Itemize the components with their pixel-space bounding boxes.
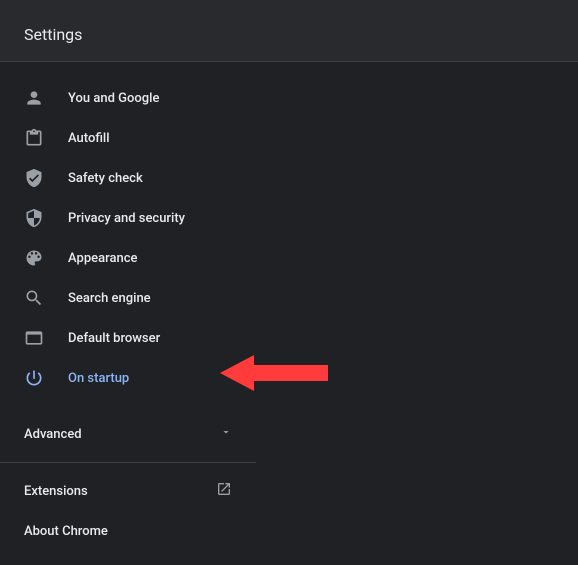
settings-sidebar: You and Google Autofill Safety check Pri… <box>0 62 256 551</box>
sidebar-item-you-and-google[interactable]: You and Google <box>0 78 256 118</box>
search-icon <box>24 288 44 308</box>
shield-icon <box>24 208 44 228</box>
sidebar-item-on-startup[interactable]: On startup <box>0 358 256 398</box>
person-icon <box>24 88 44 108</box>
sidebar-item-extensions[interactable]: Extensions <box>0 471 256 511</box>
palette-icon <box>24 248 44 268</box>
sidebar-item-default-browser[interactable]: Default browser <box>0 318 256 358</box>
settings-header: Settings <box>0 8 578 62</box>
about-label: About Chrome <box>24 524 108 539</box>
sidebar-divider <box>0 462 256 463</box>
sidebar-item-label: Safety check <box>68 171 143 186</box>
shield-check-icon <box>24 168 44 188</box>
power-icon <box>24 368 44 388</box>
sidebar-item-appearance[interactable]: Appearance <box>0 238 256 278</box>
sidebar-item-label: You and Google <box>68 91 159 106</box>
chevron-down-icon <box>220 426 232 442</box>
browser-window-icon <box>24 328 44 348</box>
extensions-label: Extensions <box>24 484 88 499</box>
sidebar-item-label: Autofill <box>68 131 110 146</box>
clipboard-icon <box>24 128 44 148</box>
sidebar-item-label: Privacy and security <box>68 211 185 226</box>
sidebar-item-label: Appearance <box>68 251 137 266</box>
sidebar-item-privacy-and-security[interactable]: Privacy and security <box>0 198 256 238</box>
page-title: Settings <box>24 25 82 44</box>
sidebar-item-about-chrome[interactable]: About Chrome <box>0 511 256 551</box>
sidebar-item-label: Search engine <box>68 291 151 306</box>
sidebar-item-label: On startup <box>68 371 129 386</box>
sidebar-item-autofill[interactable]: Autofill <box>0 118 256 158</box>
sidebar-item-label: Default browser <box>68 331 160 346</box>
advanced-label: Advanced <box>24 427 82 442</box>
open-in-new-icon <box>216 481 232 501</box>
sidebar-item-search-engine[interactable]: Search engine <box>0 278 256 318</box>
sidebar-item-safety-check[interactable]: Safety check <box>0 158 256 198</box>
window-top-strip <box>0 0 578 8</box>
sidebar-advanced-toggle[interactable]: Advanced <box>0 414 256 454</box>
